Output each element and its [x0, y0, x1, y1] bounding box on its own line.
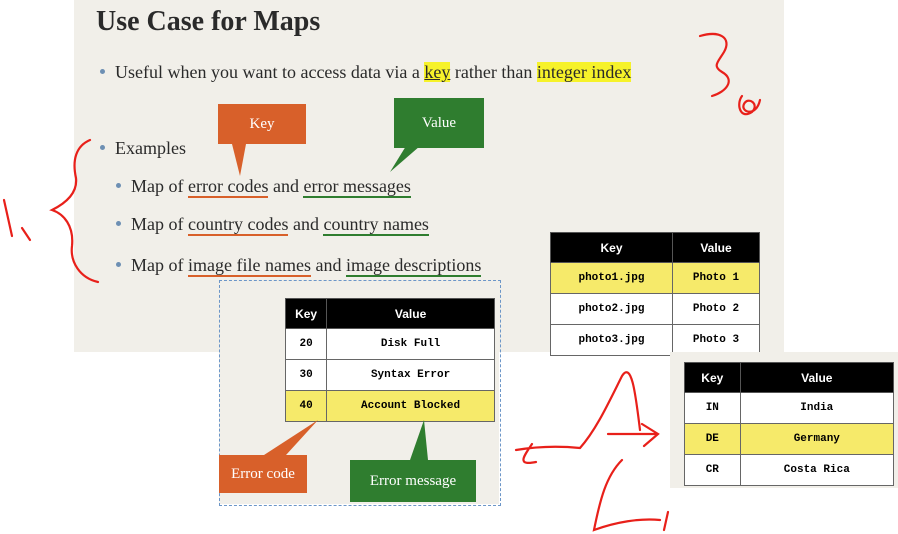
ink-brace-right — [698, 32, 730, 98]
ink-number-1 — [2, 198, 32, 242]
callout-key-pointer — [232, 144, 246, 176]
callout-error-message-pointer — [410, 420, 428, 460]
callout-error-code-pointer — [264, 420, 318, 455]
callout-value-pointer — [390, 146, 420, 172]
ink-scribble — [738, 94, 762, 116]
ink-number-4-arrows — [514, 371, 670, 532]
ink-brace-left — [49, 138, 100, 284]
handwritten-ink — [2, 32, 762, 532]
annotation-layer — [2, 32, 762, 532]
